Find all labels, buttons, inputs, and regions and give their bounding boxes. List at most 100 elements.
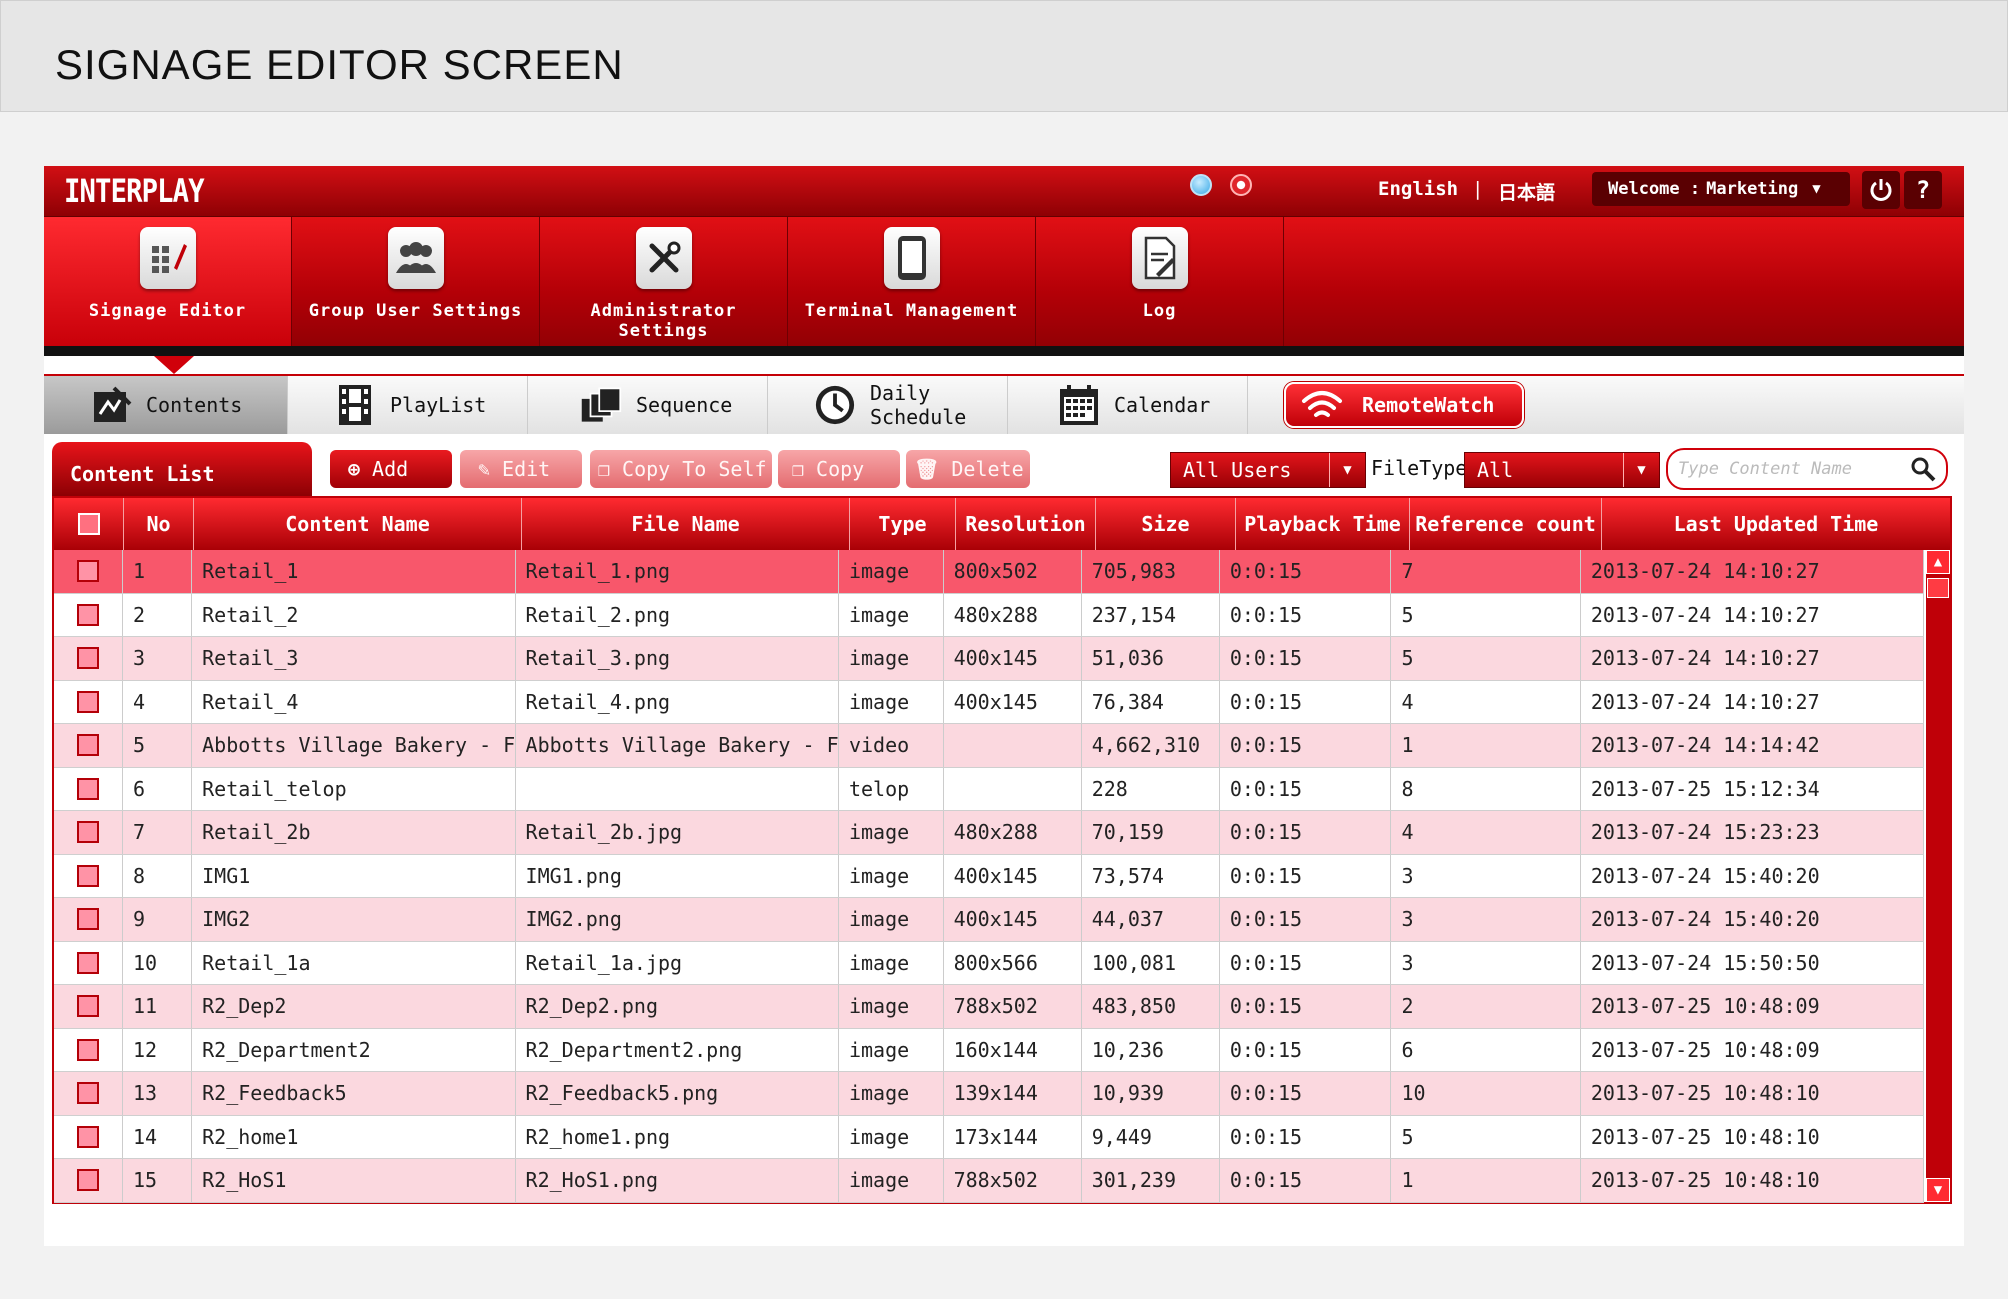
delete-button[interactable]: 🗑 Delete [906,450,1030,488]
row-select-cell [54,550,123,593]
row-checkbox[interactable] [77,690,99,713]
column-header-size[interactable]: Size [1096,498,1236,550]
tab-calendar[interactable]: Calendar [1008,376,1248,434]
copy-icon: ❐ [598,457,611,481]
column-header-no[interactable]: No [124,498,194,550]
status-dot-red-icon [1230,174,1252,196]
row-checkbox[interactable] [77,560,99,583]
language-japanese-link[interactable]: 日本語 [1498,178,1555,205]
nav-administrator-settings[interactable]: Administrator Settings [540,217,788,347]
row-checkbox[interactable] [77,603,99,626]
cell-reference-count: 10 [1391,1072,1581,1115]
nav-signage-editor[interactable]: Signage Editor [44,217,292,347]
column-header-reference-count[interactable]: Reference count [1410,498,1602,550]
select-all-checkbox[interactable] [77,513,100,535]
row-select-cell [54,637,123,680]
table-row[interactable]: 4 Retail_4 Retail_4.png image 400x145 76,384 0… [54,680,1924,724]
tab-daily-schedule[interactable]: Daily Schedule [768,376,1008,434]
cell-reference-count: 4 [1391,811,1581,854]
nav-log[interactable]: Log [1036,217,1284,347]
user-menu-dropdown[interactable]: Welcome : Marketing ▼ [1592,172,1850,206]
nav-group-user-settings[interactable]: Group User Settings [292,217,540,347]
row-checkbox[interactable] [77,951,99,974]
search-input[interactable] [1678,459,1898,479]
cell-last-updated: 2013-07-24 15:40:20 [1581,898,1924,941]
nav-label: Signage Editor [88,301,247,321]
users-filter-select[interactable]: All Users ▼ [1170,452,1366,488]
table-row[interactable]: 10 Retail_1a Retail_1a.jpg image 800x566 100,… [54,941,1924,985]
row-checkbox[interactable] [77,864,99,887]
language-english-link[interactable]: English [1378,178,1458,200]
nav-bottom-divider [44,346,1964,356]
column-header-playback-time[interactable]: Playback Time [1236,498,1410,550]
table-row[interactable]: 14 R2_home1 R2_home1.png image 173x144 9,449 0… [54,1115,1924,1159]
tab-contents[interactable]: Contents [44,376,288,434]
cell-reference-count: 6 [1391,1028,1581,1071]
row-checkbox[interactable] [77,1038,99,1061]
page-header: SIGNAGE EDITOR SCREEN [0,0,2008,112]
row-checkbox[interactable] [77,734,99,757]
add-button[interactable]: ⊕ Add [330,450,452,488]
cell-no: 2 [123,593,193,636]
column-header-type[interactable]: Type [850,498,956,550]
table-row[interactable]: 13 R2_Feedback5 R2_Feedback5.png image 139x1… [54,1072,1924,1116]
cell-resolution: 400x145 [944,854,1082,897]
content-search-field[interactable] [1666,448,1948,490]
help-button[interactable]: ? [1904,171,1942,209]
cell-last-updated: 2013-07-25 10:48:10 [1581,1159,1924,1202]
table-row[interactable]: 5Abbotts Village Bakery - FreeAbbotts Vi… [54,724,1924,768]
scrollbar-thumb[interactable] [1927,578,1949,598]
tab-playlist[interactable]: PlayList [288,376,528,434]
edit-button[interactable]: ✎ Edit [460,450,582,488]
cell-type: image [839,898,944,941]
copy-button[interactable]: ❐ Copy [778,450,900,488]
tab-sequence[interactable]: Sequence [528,376,768,434]
row-select-cell [54,767,123,810]
table-row[interactable]: 1 Retail_1 Retail_1.png image 800x502 705,983… [54,550,1924,594]
table-row[interactable]: 12 R2_Department2 R2_Department2.png image 1… [54,1028,1924,1072]
row-checkbox[interactable] [77,995,99,1018]
cell-content-name: R2_Dep2 [192,985,516,1028]
cell-reference-count: 4 [1391,680,1581,723]
column-header-file-name[interactable]: File Name [522,498,850,550]
cell-content-name: Retail_1 [192,550,516,593]
cell-no: 9 [123,898,193,941]
cell-no: 15 [123,1159,193,1202]
cell-no: 8 [123,854,193,897]
row-checkbox[interactable] [77,647,99,670]
cell-file-name: IMG2.png [516,898,839,941]
row-checkbox[interactable] [77,777,99,800]
column-header-last-updated[interactable]: Last Updated Time [1602,498,1950,550]
table-row[interactable]: 7 Retail_2b Retail_2b.jpg image 480x288 70,15… [54,811,1924,855]
table-row[interactable]: 6 Retail_telop telop 228 0:0:15 8 2013-07-25 1… [54,767,1924,811]
cell-content-name: Retail_2b [192,811,516,854]
cell-last-updated: 2013-07-24 15:23:23 [1581,811,1924,854]
row-checkbox[interactable] [77,1169,99,1192]
cell-content-name: Retail_4 [192,680,516,723]
row-checkbox[interactable] [77,1082,99,1105]
row-checkbox[interactable] [77,821,99,844]
power-button[interactable] [1862,171,1900,209]
column-header-content-name[interactable]: Content Name [194,498,522,550]
cell-file-name: Retail_3.png [516,637,839,680]
table-row[interactable]: 3 Retail_3 Retail_3.png image 400x145 51,036 0… [54,637,1924,681]
copy-to-self-button[interactable]: ❐ Copy To Self [590,450,772,488]
row-checkbox[interactable] [77,908,99,931]
scroll-up-arrow-icon[interactable]: ▲ [1926,550,1950,574]
filetype-select[interactable]: All ▼ [1464,452,1660,488]
table-row[interactable]: 11 R2_Dep2 R2_Dep2.png image 788x502 483,850 0… [54,985,1924,1029]
remotewatch-button[interactable]: RemoteWatch [1284,382,1524,428]
cell-size: 237,154 [1082,593,1220,636]
table-row[interactable]: 15 R2_HoS1 R2_HoS1.png image 788x502 301,239 0… [54,1159,1924,1203]
scroll-down-arrow-icon[interactable]: ▼ [1926,1178,1950,1202]
table-row[interactable]: 2 Retail_2 Retail_2.png image 480x288 237,154… [54,593,1924,637]
filetype-value: All [1477,458,1514,482]
row-checkbox[interactable] [77,1125,99,1148]
table-row[interactable]: 8 IMG1 IMG1.png image 400x145 73,574 0:0:15 3 20… [54,854,1924,898]
column-header-resolution[interactable]: Resolution [956,498,1096,550]
cell-playback-time: 0:0:15 [1220,550,1392,593]
search-icon[interactable] [1910,456,1936,487]
table-row[interactable]: 9 IMG2 IMG2.png image 400x145 44,037 0:0:15 3 20… [54,898,1924,942]
vertical-scrollbar[interactable]: ▲ ▼ [1926,550,1950,1202]
nav-terminal-management[interactable]: Terminal Management [788,217,1036,347]
